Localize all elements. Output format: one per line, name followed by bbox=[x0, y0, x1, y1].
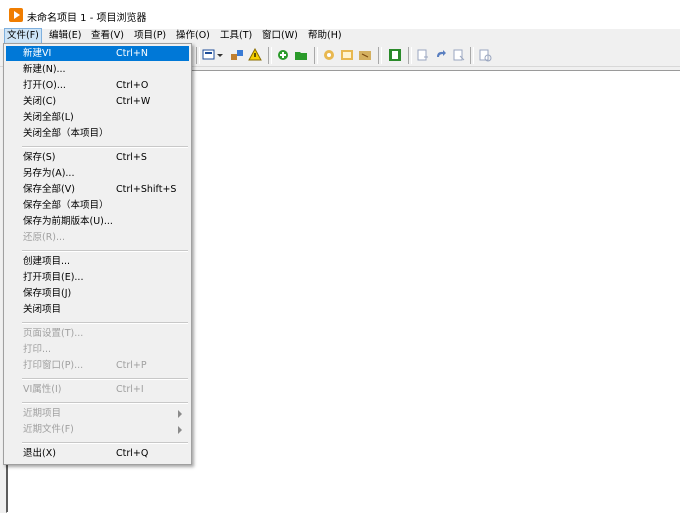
file-menu-dropdown: 新建VI Ctrl+N 新建(N)... 打开(O)... Ctrl+O 关闭(… bbox=[3, 43, 192, 465]
menu-separator bbox=[22, 402, 188, 404]
menu-item-open[interactable]: 打开(O)... Ctrl+O bbox=[6, 78, 189, 93]
menu-item-shortcut: Ctrl+Q bbox=[116, 448, 149, 459]
menu-item-recent-projects: 近期项目 bbox=[6, 406, 189, 421]
submenu-arrow-icon bbox=[178, 426, 182, 434]
toolbar-separator bbox=[378, 47, 382, 64]
menu-item-label: 打开(O)... bbox=[23, 80, 66, 91]
menu-item-label: 保存(S) bbox=[23, 152, 56, 163]
menu-file[interactable]: 文件(F) bbox=[4, 28, 42, 44]
build-icon[interactable] bbox=[202, 48, 216, 62]
redo-icon[interactable] bbox=[434, 48, 448, 62]
menu-item-shortcut: Ctrl+S bbox=[116, 152, 147, 163]
menu-operate[interactable]: 操作(O) bbox=[174, 29, 212, 43]
menu-item-label: 打印... bbox=[23, 344, 52, 355]
menu-item-shortcut: Ctrl+P bbox=[116, 360, 147, 371]
menu-item-open-project[interactable]: 打开项目(E)... bbox=[6, 270, 189, 285]
files-view-icon[interactable] bbox=[388, 48, 402, 62]
menu-item-save-all[interactable]: 保存全部(V) Ctrl+Shift+S bbox=[6, 182, 189, 197]
menu-item-page-setup: 页面设置(T)... bbox=[6, 326, 189, 341]
menu-item-close-all[interactable]: 关闭全部(L) bbox=[6, 110, 189, 125]
menu-item-label: 保存项目(J) bbox=[23, 288, 72, 299]
menu-item-label: 保存全部(V) bbox=[23, 184, 75, 195]
menu-item-label: 打印窗口(P)... bbox=[23, 360, 84, 371]
menu-item-shortcut: Ctrl+W bbox=[116, 96, 151, 107]
menu-item-label: 关闭全部(L) bbox=[23, 112, 74, 123]
menu-item-label: 新建(N)... bbox=[23, 64, 66, 75]
menu-item-label: 近期文件(F) bbox=[23, 424, 74, 435]
menu-item-vi-properties: VI属性(I) Ctrl+I bbox=[6, 382, 189, 397]
menu-item-print-window: 打印窗口(P)... Ctrl+P bbox=[6, 358, 189, 373]
menu-separator bbox=[22, 378, 188, 380]
title-bar: 未命名项目 1 - 项目浏览器 bbox=[0, 0, 680, 30]
menu-item-close-project[interactable]: 关闭项目 bbox=[6, 302, 189, 317]
menu-item-shortcut: Ctrl+Shift+S bbox=[116, 184, 177, 195]
menu-tools[interactable]: 工具(T) bbox=[218, 29, 254, 43]
menu-separator bbox=[22, 146, 188, 148]
menu-item-shortcut: Ctrl+O bbox=[116, 80, 149, 91]
menu-item-label: 页面设置(T)... bbox=[23, 328, 84, 339]
toolbar-separator bbox=[408, 47, 412, 64]
deploy-icon[interactable] bbox=[230, 48, 244, 62]
menu-item-print: 打印... bbox=[6, 342, 189, 357]
menu-item-save-previous-version[interactable]: 保存为前期版本(U)... bbox=[6, 214, 189, 229]
menu-item-save[interactable]: 保存(S) Ctrl+S bbox=[6, 150, 189, 165]
menu-item-label: 另存为(A)... bbox=[23, 168, 75, 179]
menu-window[interactable]: 窗口(W) bbox=[260, 29, 300, 43]
menu-item-save-project[interactable]: 保存项目(J) bbox=[6, 286, 189, 301]
menu-item-save-as[interactable]: 另存为(A)... bbox=[6, 166, 189, 181]
menu-item-save-all-project[interactable]: 保存全部（本项目） bbox=[6, 198, 189, 213]
chevron-down-icon[interactable] bbox=[216, 48, 230, 62]
settings-icon[interactable] bbox=[322, 48, 336, 62]
menu-bar: 文件(F) 编辑(E) 查看(V) 项目(P) 操作(O) 工具(T) 窗口(W… bbox=[0, 28, 680, 44]
toolbar-separator bbox=[196, 47, 200, 64]
menu-item-shortcut: Ctrl+N bbox=[116, 48, 148, 59]
menu-item-close-all-project[interactable]: 关闭全部（本项目） bbox=[6, 126, 189, 141]
menu-project[interactable]: 项目(P) bbox=[132, 29, 168, 43]
menu-item-label: 保存为前期版本(U)... bbox=[23, 216, 113, 227]
menu-help[interactable]: 帮助(H) bbox=[306, 29, 344, 43]
toolbar-separator bbox=[314, 47, 318, 64]
web-icon[interactable] bbox=[340, 48, 354, 62]
warning-icon[interactable] bbox=[248, 47, 262, 62]
menu-item-label: 关闭(C) bbox=[23, 96, 57, 107]
menu-item-revert: 还原(R)... bbox=[6, 230, 189, 245]
menu-item-label: 关闭全部（本项目） bbox=[23, 128, 109, 139]
refresh-icon[interactable] bbox=[452, 48, 466, 62]
menu-item-new[interactable]: 新建(N)... bbox=[6, 62, 189, 77]
menu-item-label: 关闭项目 bbox=[23, 304, 62, 315]
menu-item-label: 还原(R)... bbox=[23, 232, 66, 243]
menu-item-recent-files: 近期文件(F) bbox=[6, 422, 189, 437]
menu-item-label: 近期项目 bbox=[23, 408, 62, 419]
submenu-arrow-icon bbox=[178, 410, 182, 418]
labview-project-icon bbox=[9, 8, 23, 22]
menu-separator bbox=[22, 250, 188, 252]
menu-separator bbox=[22, 322, 188, 324]
menu-item-label: 打开项目(E)... bbox=[23, 272, 84, 283]
menu-item-exit[interactable]: 退出(X) Ctrl+Q bbox=[6, 446, 189, 461]
add-folder-icon[interactable] bbox=[294, 48, 308, 62]
menu-item-label: 创建项目... bbox=[23, 256, 71, 267]
help-icon[interactable] bbox=[478, 48, 492, 62]
menu-item-label: 退出(X) bbox=[23, 448, 56, 459]
code-icon[interactable] bbox=[358, 48, 372, 62]
menu-item-create-project[interactable]: 创建项目... bbox=[6, 254, 189, 269]
add-file-icon[interactable] bbox=[276, 48, 290, 62]
menu-item-label: 新建VI bbox=[23, 48, 52, 59]
menu-item-new-vi[interactable]: 新建VI Ctrl+N bbox=[6, 46, 189, 61]
toolbar-separator bbox=[268, 47, 272, 64]
menu-view[interactable]: 查看(V) bbox=[89, 29, 126, 43]
menu-separator bbox=[22, 442, 188, 444]
toolbar-separator bbox=[470, 47, 474, 64]
menu-item-label: 保存全部（本项目） bbox=[23, 200, 109, 211]
menu-item-close[interactable]: 关闭(C) Ctrl+W bbox=[6, 94, 189, 109]
menu-item-label: VI属性(I) bbox=[23, 384, 62, 395]
menu-item-shortcut: Ctrl+I bbox=[116, 384, 144, 395]
window-title: 未命名项目 1 - 项目浏览器 bbox=[27, 13, 147, 24]
menu-edit[interactable]: 编辑(E) bbox=[47, 29, 83, 43]
undo-icon[interactable] bbox=[416, 48, 430, 62]
